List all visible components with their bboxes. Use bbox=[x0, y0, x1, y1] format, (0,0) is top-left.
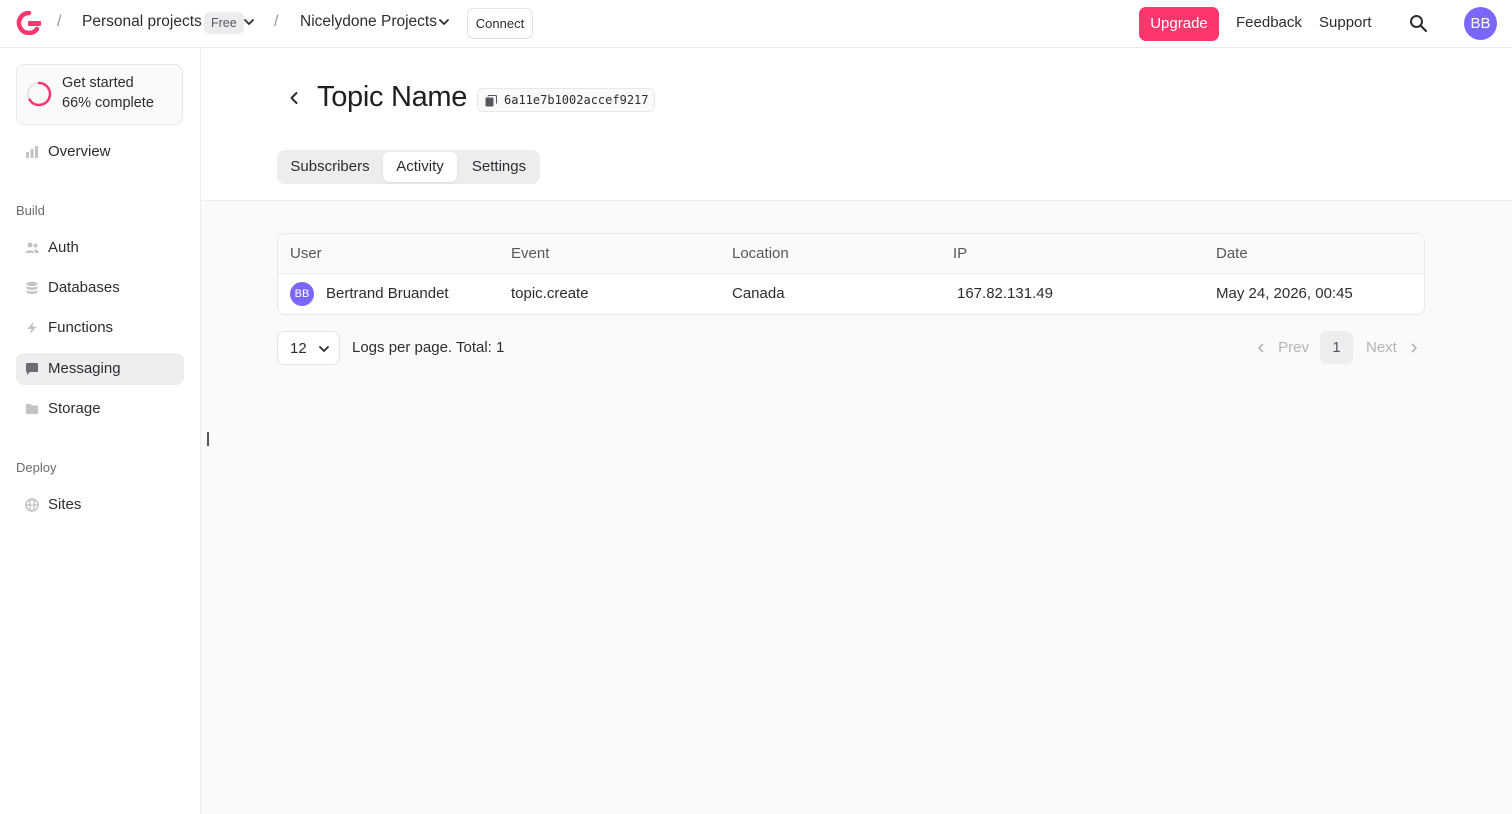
database-icon bbox=[26, 281, 38, 294]
get-started-progress: 66% complete bbox=[62, 95, 154, 111]
chevron-left-icon bbox=[1258, 343, 1264, 353]
sidebar-item-label: Auth bbox=[48, 239, 79, 256]
lightning-icon bbox=[27, 321, 37, 335]
sidebar-item-messaging[interactable]: Messaging bbox=[16, 353, 184, 385]
folder-icon bbox=[26, 404, 38, 414]
users-icon bbox=[25, 242, 39, 253]
back-arrow-icon[interactable] bbox=[286, 90, 302, 106]
cell-date: May 24, 2026, 00:45 bbox=[1216, 285, 1353, 302]
tab-settings[interactable]: Settings bbox=[459, 152, 539, 182]
sidebar-item-overview[interactable]: Overview bbox=[16, 136, 184, 168]
page-number-button[interactable]: 1 bbox=[1320, 331, 1353, 364]
cell-location: Canada bbox=[732, 285, 785, 302]
logs-per-page-select[interactable]: 12 bbox=[277, 331, 340, 365]
table-header: User Event Location IP Date bbox=[278, 234, 1424, 274]
cell-event: topic.create bbox=[511, 285, 589, 302]
globe-icon bbox=[25, 498, 39, 512]
column-header-event: Event bbox=[511, 245, 550, 262]
top-header: / Personal projects Free / Nicelydone Pr… bbox=[0, 0, 1512, 48]
plan-badge: Free bbox=[204, 12, 244, 34]
prev-label: Prev bbox=[1278, 339, 1310, 356]
connect-button[interactable]: Connect bbox=[467, 8, 533, 39]
section-title-build: Build bbox=[16, 203, 45, 218]
next-page-button[interactable]: Next bbox=[1366, 339, 1419, 356]
sidebar: Get started 66% complete Overview Build … bbox=[0, 48, 201, 814]
topic-id-text: 6a11e7b1002accef9217 bbox=[504, 93, 649, 107]
sidebar-item-sites[interactable]: Sites bbox=[16, 489, 184, 521]
section-title-deploy: Deploy bbox=[16, 460, 57, 475]
chevron-right-icon bbox=[1411, 343, 1417, 353]
topic-id-chip[interactable]: 6a11e7b1002accef9217 bbox=[477, 88, 655, 112]
avatar: BB bbox=[290, 282, 314, 306]
column-header-location: Location bbox=[732, 245, 789, 262]
table-row[interactable]: BB Bertrand Bruandet topic.create Canada… bbox=[278, 274, 1424, 314]
column-header-date: Date bbox=[1216, 245, 1248, 262]
appwrite-logo-icon[interactable] bbox=[16, 11, 42, 35]
tab-activity[interactable]: Activity bbox=[383, 152, 457, 182]
bar-chart-icon bbox=[26, 146, 38, 158]
org-name[interactable]: Personal projects bbox=[82, 13, 202, 31]
cell-ip: 167.82.131.49 bbox=[957, 285, 1053, 302]
page-title: Topic Name bbox=[317, 81, 468, 113]
upgrade-button[interactable]: Upgrade bbox=[1139, 7, 1219, 41]
search-icon[interactable] bbox=[1409, 14, 1428, 33]
chat-icon bbox=[26, 363, 38, 375]
chevron-down-icon[interactable] bbox=[438, 16, 450, 28]
sidebar-item-label: Sites bbox=[48, 496, 82, 513]
cell-user: Bertrand Bruandet bbox=[326, 285, 449, 302]
sidebar-item-databases[interactable]: Databases bbox=[16, 272, 184, 304]
get-started-title: Get started bbox=[62, 75, 134, 91]
sidebar-item-auth[interactable]: Auth bbox=[16, 232, 184, 264]
sidebar-item-label: Functions bbox=[48, 319, 114, 336]
sidebar-item-functions[interactable]: Functions bbox=[16, 312, 184, 344]
prev-page-button[interactable]: Prev bbox=[1256, 339, 1309, 356]
sidebar-item-label: Overview bbox=[48, 143, 111, 160]
breadcrumb-separator: / bbox=[274, 13, 279, 30]
tab-bar: Subscribers Activity Settings bbox=[277, 150, 540, 184]
sidebar-item-label: Databases bbox=[48, 279, 120, 296]
activity-table: User Event Location IP Date BB Bertrand … bbox=[277, 233, 1425, 315]
logs-per-page-label: Logs per page. Total: 1 bbox=[352, 339, 505, 356]
column-header-ip: IP bbox=[953, 245, 968, 262]
sidebar-item-storage[interactable]: Storage bbox=[16, 393, 184, 425]
chevron-down-icon[interactable] bbox=[243, 16, 255, 28]
sidebar-resize-handle[interactable] bbox=[207, 432, 209, 446]
next-label: Next bbox=[1366, 339, 1397, 356]
tab-subscribers[interactable]: Subscribers bbox=[279, 152, 381, 182]
column-header-user: User bbox=[290, 245, 322, 262]
support-link[interactable]: Support bbox=[1319, 14, 1372, 31]
user-avatar[interactable]: BB bbox=[1464, 7, 1497, 40]
sidebar-item-label: Storage bbox=[48, 400, 101, 417]
chevron-down-icon bbox=[319, 346, 329, 352]
feedback-link[interactable]: Feedback bbox=[1236, 14, 1302, 31]
project-name[interactable]: Nicelydone Projects bbox=[300, 13, 437, 31]
copy-icon bbox=[485, 95, 497, 107]
logs-per-page-value: 12 bbox=[290, 340, 307, 357]
breadcrumb-separator: / bbox=[57, 13, 62, 30]
get-started-card[interactable]: Get started 66% complete bbox=[16, 64, 183, 125]
progress-ring-icon bbox=[26, 81, 52, 107]
sidebar-item-label: Messaging bbox=[48, 360, 121, 377]
